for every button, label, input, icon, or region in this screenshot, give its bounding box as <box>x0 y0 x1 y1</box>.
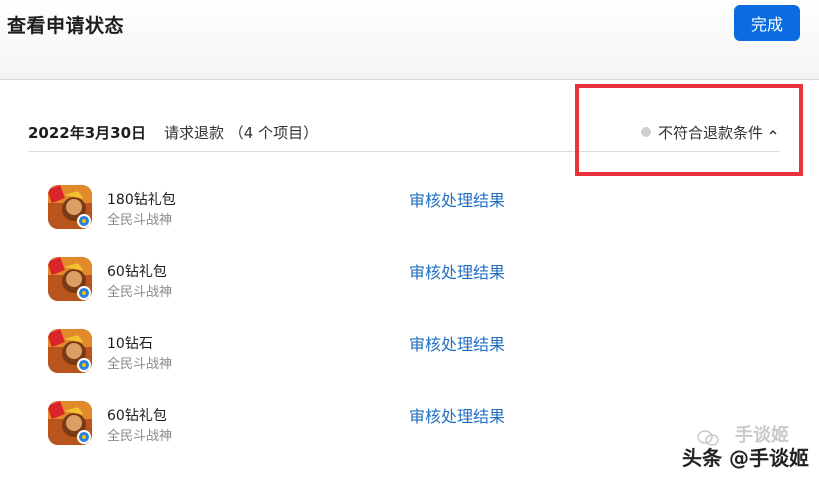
item-app-name: 全民斗战神 <box>107 285 173 300</box>
request-date: 2022年3月30日 <box>28 124 147 142</box>
item-name: 60钻礼包 <box>107 264 167 280</box>
refund-status-text: 不符合退款条件 <box>657 123 763 142</box>
item-app-name: 全民斗战神 <box>107 213 173 228</box>
review-result-link[interactable]: 审核处理结果 <box>409 331 505 355</box>
status-dot-icon <box>640 127 651 137</box>
game-app-icon <box>48 401 92 445</box>
review-result-link[interactable]: 审核处理结果 <box>409 187 505 211</box>
list-item: 60钻礼包 全民斗战神 审核处理结果 <box>48 401 568 449</box>
request-description: 请求退款 （4 个项目） <box>164 124 319 142</box>
watermark-text: 头条 @手谈姬 <box>682 446 809 470</box>
game-app-icon <box>48 329 92 373</box>
item-name: 10钻石 <box>107 336 153 352</box>
chevron-up-icon <box>769 130 777 135</box>
item-name: 180钻礼包 <box>107 192 176 208</box>
list-item: 60钻礼包 全民斗战神 审核处理结果 <box>48 257 568 305</box>
request-summary: 2022年3月30日 请求退款 （4 个项目） 不符合退款条件 <box>28 118 780 152</box>
review-result-link[interactable]: 审核处理结果 <box>409 259 505 283</box>
review-result-link[interactable]: 审核处理结果 <box>409 403 505 427</box>
list-item: 180钻礼包 全民斗战神 审核处理结果 <box>48 185 568 233</box>
page-title: 查看申请状态 <box>7 15 125 37</box>
item-app-name: 全民斗战神 <box>107 357 173 372</box>
item-name: 60钻礼包 <box>107 408 167 424</box>
list-item: 10钻石 全民斗战神 审核处理结果 <box>48 329 568 377</box>
item-app-name: 全民斗战神 <box>107 429 173 444</box>
game-app-icon <box>48 185 92 229</box>
watermark: 头条 @手谈姬 <box>682 442 809 471</box>
refund-status-toggle[interactable]: 不符合退款条件 <box>640 122 778 142</box>
game-app-icon <box>48 257 92 301</box>
header-bar: 查看申请状态 完成 <box>0 0 819 80</box>
done-button[interactable]: 完成 <box>734 5 800 41</box>
